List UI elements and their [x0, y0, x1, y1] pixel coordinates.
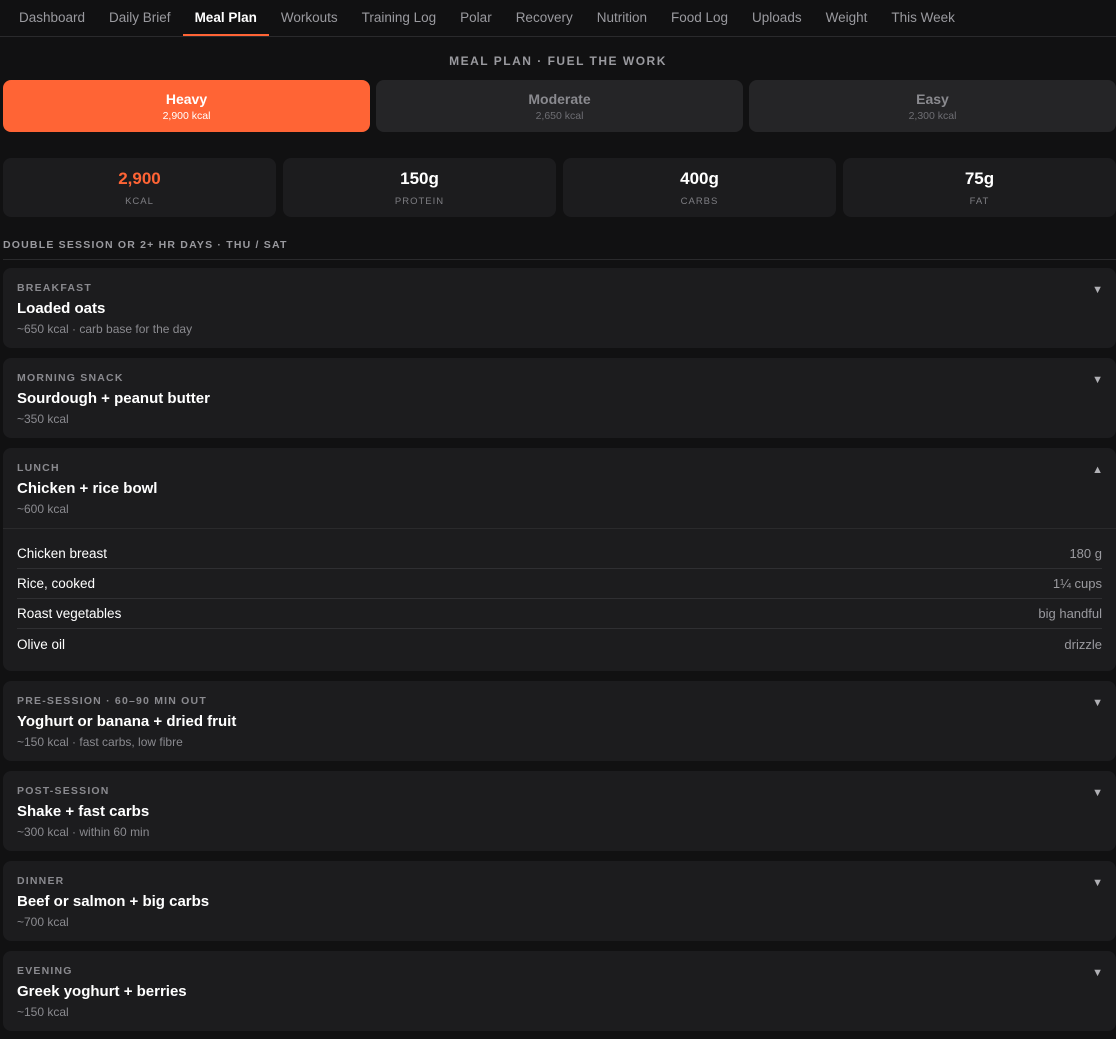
- macro-card-protein: 150g PROTEIN: [283, 158, 556, 217]
- meal-category: BREAKFAST: [17, 282, 92, 294]
- meal-subtitle: ~150 kcal · fast carbs, low fibre: [17, 735, 183, 749]
- meal-name: Chicken + rice bowl: [17, 480, 158, 497]
- item-name: Roast vegetables: [17, 606, 122, 621]
- meal-header[interactable]: POST-SESSION Shake + fast carbs ~300 kca…: [3, 771, 1116, 851]
- level-easy-button[interactable]: Easy 2,300 kcal: [749, 80, 1116, 132]
- top-nav: Dashboard Daily Brief Meal Plan Workouts…: [0, 0, 1116, 37]
- macro-label: CARBS: [680, 195, 719, 207]
- macro-card-fat: 75g FAT: [843, 158, 1116, 217]
- list-item: Rice, cooked 1¼ cups: [17, 569, 1102, 599]
- macro-value: 2,900: [118, 168, 161, 188]
- item-quantity: drizzle: [1064, 636, 1102, 652]
- level-moderate-button[interactable]: Moderate 2,650 kcal: [376, 80, 743, 132]
- macro-summary: 2,900 KCAL 150g PROTEIN 400g CARBS 75g F…: [3, 158, 1116, 217]
- meal-name: Loaded oats: [17, 300, 106, 317]
- meal-card-evening: EVENING Greek yoghurt + berries ~150 kca…: [3, 951, 1116, 1031]
- meal-subtitle: ~350 kcal: [17, 412, 69, 426]
- level-kcal: 2,650 kcal: [535, 109, 584, 122]
- macro-card-carbs: 400g CARBS: [563, 158, 836, 217]
- meal-card-morning-snack: MORNING SNACK Sourdough + peanut butter …: [3, 358, 1116, 438]
- meal-card-breakfast: BREAKFAST Loaded oats ~650 kcal · carb b…: [3, 268, 1116, 348]
- meal-subtitle: ~150 kcal: [17, 1005, 69, 1019]
- macro-value: 150g: [400, 168, 439, 188]
- chevron-down-icon[interactable]: ▼: [1092, 284, 1103, 296]
- level-kcal: 2,300 kcal: [908, 109, 957, 122]
- level-name: Heavy: [165, 90, 208, 107]
- item-quantity: big handful: [1038, 606, 1102, 621]
- level-heavy-button[interactable]: Heavy 2,900 kcal: [3, 80, 370, 132]
- tab-this-week[interactable]: This Week: [879, 0, 967, 36]
- meal-category: MORNING SNACK: [17, 372, 124, 384]
- item-name: Olive oil: [17, 636, 66, 652]
- macro-label: FAT: [969, 195, 990, 207]
- level-name: Moderate: [528, 90, 591, 107]
- meal-name: Shake + fast carbs: [17, 803, 150, 820]
- meal-name: Yoghurt or banana + dried fruit: [17, 713, 237, 730]
- macro-value: 75g: [964, 168, 995, 188]
- meal-subtitle: ~650 kcal · carb base for the day: [17, 322, 193, 336]
- page-title: MEAL PLAN · FUEL THE WORK: [449, 54, 667, 68]
- tab-uploads[interactable]: Uploads: [740, 0, 814, 36]
- list-item: Olive oil drizzle: [17, 629, 1102, 659]
- tab-nutrition[interactable]: Nutrition: [585, 0, 659, 36]
- chevron-down-icon[interactable]: ▼: [1092, 787, 1103, 799]
- section-label: DOUBLE SESSION OR 2+ HR DAYS · THU / SAT: [3, 239, 1116, 260]
- meal-name: Greek yoghurt + berries: [17, 983, 187, 1000]
- meal-category: EVENING: [17, 965, 73, 977]
- meal-category: PRE-SESSION · 60–90 MIN OUT: [17, 695, 207, 707]
- macro-label: KCAL: [125, 195, 154, 207]
- level-name: Easy: [916, 90, 949, 107]
- tab-dashboard[interactable]: Dashboard: [7, 0, 97, 36]
- meal-list: BREAKFAST Loaded oats ~650 kcal · carb b…: [3, 268, 1116, 1031]
- meal-card-dinner: DINNER Beef or salmon + big carbs ~700 k…: [3, 861, 1116, 941]
- tab-daily-brief[interactable]: Daily Brief: [97, 0, 183, 36]
- meal-items: Chicken breast 180 g Rice, cooked 1¼ cup…: [3, 528, 1116, 671]
- tab-weight[interactable]: Weight: [814, 0, 880, 36]
- tab-meal-plan[interactable]: Meal Plan: [182, 0, 269, 36]
- tab-workouts[interactable]: Workouts: [269, 0, 350, 36]
- meal-subtitle: ~700 kcal: [17, 915, 69, 929]
- meal-header[interactable]: EVENING Greek yoghurt + berries ~150 kca…: [3, 951, 1116, 1031]
- list-item: Chicken breast 180 g: [17, 539, 1102, 569]
- item-quantity: 1¼ cups: [1052, 576, 1102, 591]
- tab-recovery[interactable]: Recovery: [504, 0, 585, 36]
- chevron-down-icon[interactable]: ▼: [1092, 967, 1103, 979]
- meal-card-post-session: POST-SESSION Shake + fast carbs ~300 kca…: [3, 771, 1116, 851]
- meal-header[interactable]: LUNCH Chicken + rice bowl ~600 kcal: [3, 448, 1116, 528]
- macro-value: 400g: [680, 168, 719, 188]
- meal-card-lunch: LUNCH Chicken + rice bowl ~600 kcal ▲ Ch…: [3, 448, 1116, 671]
- level-kcal: 2,900 kcal: [162, 109, 211, 122]
- macro-label: PROTEIN: [394, 195, 445, 207]
- chevron-down-icon[interactable]: ▼: [1092, 697, 1103, 709]
- meal-subtitle: ~300 kcal · within 60 min: [17, 825, 150, 839]
- meal-header[interactable]: BREAKFAST Loaded oats ~650 kcal · carb b…: [3, 268, 1116, 348]
- meal-header[interactable]: DINNER Beef or salmon + big carbs ~700 k…: [3, 861, 1116, 941]
- macro-card-kcal: 2,900 KCAL: [3, 158, 276, 217]
- list-item: Roast vegetables big handful: [17, 599, 1102, 629]
- meal-category: DINNER: [17, 875, 65, 887]
- meal-subtitle: ~600 kcal: [17, 502, 69, 516]
- tab-training-log[interactable]: Training Log: [350, 0, 449, 36]
- meal-name: Beef or salmon + big carbs: [17, 893, 210, 910]
- meal-card-pre-session: PRE-SESSION · 60–90 MIN OUT Yoghurt or b…: [3, 681, 1116, 761]
- item-quantity: 180 g: [1069, 546, 1102, 561]
- tab-food-log[interactable]: Food Log: [659, 0, 740, 36]
- meal-category: LUNCH: [17, 462, 60, 474]
- item-name: Rice, cooked: [17, 576, 96, 591]
- tab-polar[interactable]: Polar: [448, 0, 504, 36]
- item-name: Chicken breast: [17, 546, 108, 561]
- meal-header[interactable]: MORNING SNACK Sourdough + peanut butter …: [3, 358, 1116, 438]
- chevron-down-icon[interactable]: ▼: [1092, 374, 1103, 386]
- level-selector: Heavy 2,900 kcal Moderate 2,650 kcal Eas…: [3, 80, 1116, 132]
- meal-header[interactable]: PRE-SESSION · 60–90 MIN OUT Yoghurt or b…: [3, 681, 1116, 761]
- chevron-down-icon[interactable]: ▼: [1092, 877, 1103, 889]
- chevron-up-icon[interactable]: ▲: [1092, 464, 1103, 476]
- meal-name: Sourdough + peanut butter: [17, 390, 210, 407]
- meal-category: POST-SESSION: [17, 785, 110, 797]
